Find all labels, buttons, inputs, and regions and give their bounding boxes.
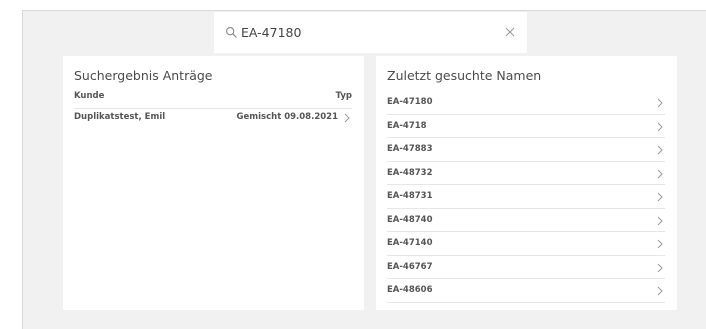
list-item-label: EA-48731 (387, 191, 433, 201)
chevron-right-icon (657, 263, 663, 272)
row-type-date: Gemischt 09.08.2021 (236, 112, 338, 122)
list-item[interactable]: EA-48731 (387, 185, 665, 209)
list-item[interactable]: EA-48606 (387, 279, 665, 303)
search-input[interactable] (241, 25, 486, 40)
list-item[interactable]: EA-47140 (387, 232, 665, 256)
row-customer: Duplikatstest, Emil (74, 112, 166, 122)
results-table-header: Kunde Typ (74, 91, 352, 109)
chevron-right-icon (657, 122, 663, 131)
chevron-right-icon (657, 98, 663, 108)
list-item-label: EA-4718 (387, 120, 427, 131)
chevron-right-icon (657, 239, 663, 249)
list-item-label: EA-47883 (387, 144, 433, 154)
column-header-type: Typ (335, 91, 352, 101)
chevron-right-icon (657, 169, 663, 178)
results-title: Suchergebnis Anträge (74, 68, 213, 83)
recent-title: Zuletzt gesuchte Namen (387, 68, 542, 83)
recent-list: EA-47180 EA-4718 EA-47883 EA-48732 EA-48… (387, 91, 665, 303)
list-item-label: EA-48732 (387, 167, 433, 178)
list-item[interactable]: EA-48740 (387, 209, 665, 232)
list-item[interactable]: EA-48732 (387, 162, 665, 185)
list-item[interactable]: EA-47180 (387, 91, 665, 115)
list-item-label: EA-48606 (387, 285, 433, 295)
search-results-panel: Suchergebnis Anträge Kunde Typ Duplikats… (63, 56, 364, 310)
list-item[interactable]: EA-47883 (387, 138, 665, 162)
list-item-label: EA-46767 (387, 261, 433, 272)
search-bar (214, 12, 527, 53)
chevron-right-icon (657, 216, 663, 225)
column-header-customer: Kunde (74, 91, 105, 101)
list-item-label: EA-47140 (387, 238, 433, 248)
app-frame: Suchergebnis Anträge Kunde Typ Duplikats… (22, 10, 706, 329)
table-row[interactable]: Duplikatstest, Emil Gemischt 09.08.2021 (74, 112, 352, 129)
chevron-right-icon (657, 192, 663, 202)
chevron-right-icon (657, 286, 663, 296)
chevron-right-icon (344, 113, 350, 123)
list-item[interactable]: EA-46767 (387, 256, 665, 279)
list-item[interactable]: EA-4718 (387, 115, 665, 138)
search-icon (226, 27, 237, 38)
list-item-label: EA-47180 (387, 97, 433, 107)
recent-searches-panel: Zuletzt gesuchte Namen EA-47180 EA-4718 … (376, 56, 677, 310)
list-item-label: EA-48740 (387, 214, 433, 225)
chevron-right-icon (657, 145, 663, 155)
close-icon[interactable] (503, 25, 517, 39)
